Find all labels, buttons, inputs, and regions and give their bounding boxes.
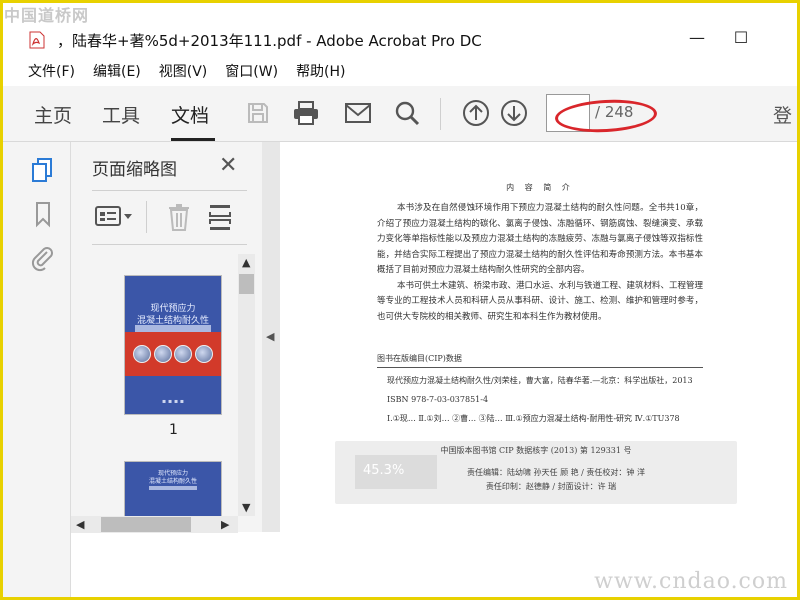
toolbar-divider [440, 98, 441, 130]
thumbnail-page-label: 1 [169, 422, 178, 438]
loading-overlay: 中国版本图书馆 CIP 数据核字 (2013) 第 129331 号 45.3%… [335, 441, 737, 504]
title-bar: ，陆春华+著%5d+2013年111.pdf - Adobe Acrobat P… [3, 24, 797, 56]
content-summary-heading: 内 容 简 介 [506, 183, 574, 192]
scroll-down-icon[interactable]: ▼ [242, 501, 250, 514]
thumbnail-scrollbar[interactable]: ▲ ▼ [238, 254, 255, 516]
tab-home[interactable]: 主页 [34, 101, 72, 128]
navigation-rail [3, 142, 71, 597]
menu-edit[interactable]: 编辑(E) [93, 61, 141, 81]
pdf-file-icon [29, 31, 45, 49]
cip-title: 图书在版编目(CIP)数据 [377, 353, 703, 368]
previous-page-icon[interactable] [461, 98, 491, 128]
panel-title: 页面缩略图 [92, 160, 177, 180]
extract-pages-icon[interactable] [207, 202, 233, 232]
collapse-arrow-icon[interactable]: ◀ [266, 330, 274, 343]
tab-document[interactable]: 文档 [171, 101, 209, 128]
scroll-right-icon[interactable]: ▶ [221, 518, 229, 531]
delete-page-icon[interactable] [167, 202, 191, 232]
thumbnails-panel: 页面缩略图 ✕ ▲ ▼ 现代预应力 混凝土结构耐久性 ▪ ▪ ▪ ▪ 1 现代预… [71, 142, 267, 533]
email-icon[interactable] [343, 98, 373, 128]
thumbnail-options-icon[interactable] [95, 202, 133, 232]
summary-paragraph-1: 本书涉及在自然侵蚀环境作用下预应力混凝土结构的耐久性问题。全书共10章，介绍了预… [377, 203, 703, 275]
cip-line-1: 现代预应力混凝土结构耐久性/刘荣桂，曹大富，陆春华著.—北京：科学出版社，201… [387, 376, 693, 385]
printer-line: 责任印制：赵德静 / 封面设计：许 瑞 [485, 482, 617, 491]
tab-tools[interactable]: 工具 [102, 101, 140, 128]
page-thumbnail-1[interactable]: 现代预应力 混凝土结构耐久性 ▪ ▪ ▪ ▪ [125, 276, 221, 414]
page-thumbnails-icon[interactable] [29, 156, 57, 184]
menu-window[interactable]: 窗口(W) [225, 61, 278, 81]
cover-images [133, 334, 213, 374]
menu-view[interactable]: 视图(V) [159, 61, 208, 81]
menu-bar: 文件(F) 编辑(E) 视图(V) 窗口(W) 帮助(H) [3, 58, 797, 84]
close-panel-icon[interactable]: ✕ [219, 153, 237, 178]
cip-line-2: ISBN 978-7-03-037851-4 [387, 395, 489, 404]
document-view[interactable]: 内 容 简 介 本书涉及在自然侵蚀环境作用下预应力混凝土结构的耐久性问题。全书共… [280, 142, 797, 597]
scroll-left-icon[interactable]: ◀ [76, 518, 84, 531]
minimize-button[interactable]: — [687, 28, 707, 47]
panel-divider [92, 190, 247, 191]
cover-author-bar [135, 325, 211, 332]
print-icon[interactable] [291, 98, 321, 128]
login-button[interactable]: 登 [773, 101, 792, 128]
attachment-icon[interactable] [29, 244, 57, 272]
cip-line-3: Ⅰ.①现… Ⅱ.①刘… ②曹… ③陆… Ⅲ.①预应力混凝土结构-耐用性-研究 Ⅳ… [387, 414, 680, 423]
active-tab-indicator [171, 138, 215, 141]
toolbar: 主页 工具 文档 / 248 登 [3, 86, 797, 142]
window-title: ，陆春华+著%5d+2013年111.pdf - Adobe Acrobat P… [57, 31, 482, 50]
panel-collapse-handle[interactable]: ◀ [262, 142, 280, 532]
scroll-up-icon[interactable]: ▲ [242, 256, 250, 269]
cover-author-bar [149, 486, 197, 490]
menu-help[interactable]: 帮助(H) [296, 61, 345, 81]
menu-file[interactable]: 文件(F) [28, 61, 75, 81]
summary-paragraph-2: 本书可供土木建筑、桥梁市政、港口水运、水利与铁道工程、建筑材料、工程管理等专业的… [377, 280, 704, 322]
cover-subtitle: 混凝土结构耐久性 [148, 478, 197, 485]
page-thumbnail-2[interactable]: 现代预应力 混凝土结构耐久性 [125, 462, 221, 516]
maximize-button[interactable]: ☐ [731, 28, 751, 47]
horizontal-scrollbar[interactable]: ◀ ▶ [71, 516, 238, 533]
panel-toolbar-divider [92, 244, 247, 245]
bookmark-icon[interactable] [29, 200, 57, 228]
next-page-icon[interactable] [499, 98, 529, 128]
cover-publisher-mark: ▪ ▪ ▪ ▪ [162, 398, 184, 405]
save-icon[interactable] [243, 98, 273, 128]
panel-tool-divider [146, 201, 147, 233]
watermark-top: 中国道桥网 [4, 6, 90, 25]
scrollbar-thumb[interactable] [239, 274, 254, 294]
hscrollbar-thumb[interactable] [101, 517, 191, 532]
pdf-page: 内 容 简 介 本书涉及在自然侵蚀环境作用下预应力混凝土结构的耐久性问题。全书共… [377, 182, 703, 426]
search-icon[interactable] [392, 98, 422, 128]
watermark-bottom: www.cndao.com [594, 569, 788, 594]
editors-line: 责任编辑：陆幼啸 孙天任 顾 艳 / 责任校对：钟 洋 [467, 468, 645, 477]
